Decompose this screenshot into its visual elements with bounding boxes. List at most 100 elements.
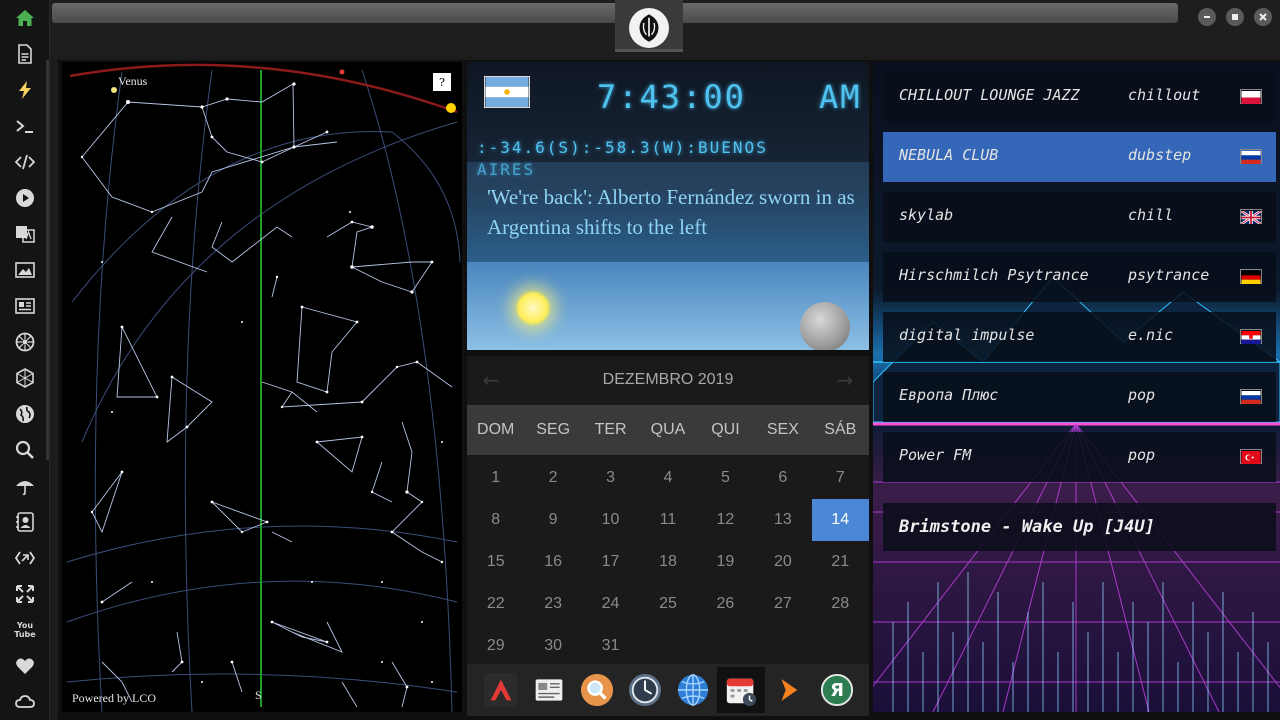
calendar-day[interactable]: 31 bbox=[582, 625, 639, 667]
yandex-letter: Я bbox=[830, 679, 844, 701]
maximize-button[interactable] bbox=[1226, 8, 1244, 26]
image-icon[interactable] bbox=[13, 258, 37, 282]
search-app-icon[interactable] bbox=[577, 670, 617, 710]
calendar-day[interactable]: 6 bbox=[754, 457, 811, 499]
star-map[interactable]: Venus ? Powered by LCO S bbox=[62, 62, 462, 712]
calendar-day[interactable]: 1 bbox=[467, 457, 524, 499]
calendar-day[interactable]: 23 bbox=[524, 583, 581, 625]
calendar-day[interactable]: 15 bbox=[467, 541, 524, 583]
calendar-day[interactable]: 3 bbox=[582, 457, 639, 499]
clock-app-icon[interactable] bbox=[625, 670, 665, 710]
calendar-day[interactable]: 25 bbox=[639, 583, 696, 625]
station-genre: e.nic bbox=[1128, 326, 1174, 344]
rebel-alliance-icon bbox=[629, 8, 669, 48]
logo-tab[interactable] bbox=[615, 0, 683, 52]
croatia-flag-icon bbox=[1240, 329, 1262, 344]
translate-icon[interactable] bbox=[13, 222, 37, 246]
play-app-icon[interactable] bbox=[769, 670, 809, 710]
calendar-day[interactable]: 30 bbox=[524, 625, 581, 667]
transfer-icon[interactable] bbox=[13, 546, 37, 570]
yandex-app-icon[interactable]: Я bbox=[817, 670, 857, 710]
calendar-day[interactable]: 16 bbox=[524, 541, 581, 583]
station-genre: dubstep bbox=[1128, 146, 1192, 164]
station-row[interactable]: CHILLOUT LOUNGE JAZZ chillout bbox=[883, 72, 1276, 122]
contact-icon[interactable] bbox=[13, 510, 37, 534]
russia-flag-icon bbox=[1240, 389, 1262, 404]
calendar-day[interactable]: 13 bbox=[754, 499, 811, 541]
news-headline[interactable]: 'We're back': Alberto Fernández sworn in… bbox=[487, 182, 857, 242]
calendar-day[interactable]: 29 bbox=[467, 625, 524, 667]
search-icon[interactable] bbox=[13, 438, 37, 462]
calendar-day[interactable]: 27 bbox=[754, 583, 811, 625]
station-genre: chill bbox=[1128, 206, 1174, 224]
calendar-day[interactable]: 4 bbox=[639, 457, 696, 499]
document-icon[interactable] bbox=[13, 42, 37, 66]
station-name: Hirschmilch Psytrance bbox=[899, 266, 1089, 284]
minimize-button[interactable] bbox=[1198, 8, 1216, 26]
news-icon[interactable] bbox=[13, 294, 37, 318]
calendar-day[interactable]: 18 bbox=[639, 541, 696, 583]
weekday-label: SEG bbox=[536, 421, 571, 438]
calendar-day[interactable]: 28 bbox=[812, 583, 869, 625]
station-row[interactable]: NEBULA CLUB dubstep bbox=[883, 132, 1276, 182]
clock-ampm: AM bbox=[819, 78, 862, 116]
calendar-day[interactable]: 7 bbox=[812, 457, 869, 499]
calendar-day[interactable]: 8 bbox=[467, 499, 524, 541]
calendar-day[interactable]: 21 bbox=[812, 541, 869, 583]
home-icon[interactable] bbox=[13, 6, 37, 30]
calendar-day[interactable]: 2 bbox=[524, 457, 581, 499]
calendar-month-label: DEZEMBRO 2019 bbox=[602, 371, 734, 388]
credit-label: Powered by LCO bbox=[72, 691, 156, 705]
station-row[interactable]: Hirschmilch Psytrance psytrance bbox=[883, 252, 1276, 302]
calendar-day[interactable]: 24 bbox=[582, 583, 639, 625]
cloud-icon[interactable] bbox=[13, 690, 37, 714]
hexagon-icon[interactable] bbox=[13, 366, 37, 390]
code-icon[interactable] bbox=[13, 150, 37, 174]
calendar-day[interactable]: 12 bbox=[697, 499, 754, 541]
heart-icon[interactable] bbox=[13, 654, 37, 678]
calendar-day[interactable]: 22 bbox=[467, 583, 524, 625]
app-icon-red[interactable] bbox=[481, 670, 521, 710]
play-icon[interactable] bbox=[13, 186, 37, 210]
sidebar-scrollbar[interactable] bbox=[46, 60, 49, 460]
news-app-icon[interactable] bbox=[529, 670, 569, 710]
station-row[interactable]: Power FM pop bbox=[883, 432, 1276, 482]
radio-panel: CHILLOUT LOUNGE JAZZ chillout NEBULA CLUB d… bbox=[873, 62, 1280, 712]
station-genre: pop bbox=[1128, 446, 1156, 464]
station-row[interactable]: skylab chill bbox=[883, 192, 1276, 242]
calendar-day[interactable]: 20 bbox=[754, 541, 811, 583]
calendar-day[interactable]: 17 bbox=[582, 541, 639, 583]
umbrella-icon[interactable] bbox=[13, 474, 37, 498]
calendar-day[interactable]: 9 bbox=[524, 499, 581, 541]
calendar-day[interactable]: 19 bbox=[697, 541, 754, 583]
lightning-icon[interactable] bbox=[13, 78, 37, 102]
globe-app-icon[interactable] bbox=[673, 670, 713, 710]
venus-label: Venus bbox=[118, 74, 148, 88]
station-name: NEBULA CLUB bbox=[899, 146, 999, 164]
location-line1: :-34.6(S):-58.3(W):BUENOS bbox=[477, 138, 768, 157]
uk-flag-icon bbox=[1240, 209, 1262, 226]
settings-wheel-icon[interactable] bbox=[13, 330, 37, 354]
station-name: digital impulse bbox=[899, 326, 1035, 344]
terminal-icon[interactable] bbox=[13, 114, 37, 138]
calendar-days: 1 2 3 4 5 6 7 8 9 10 11 12 13 14 15 16 17 18 19 20 21 22 23 24 2… bbox=[467, 457, 869, 667]
calendar-day[interactable]: 26 bbox=[697, 583, 754, 625]
station-row[interactable]: digital impulse e.nic bbox=[883, 312, 1276, 362]
station-row[interactable]: Европа Плюс pop bbox=[883, 372, 1276, 422]
calendar-day[interactable]: 11 bbox=[639, 499, 696, 541]
direction-label: S bbox=[255, 688, 262, 702]
calendar-day[interactable]: 5 bbox=[697, 457, 754, 499]
calendar: ← DEZEMBRO 2019 → DOM SEG TER QUA QUI SEX SÁB … bbox=[467, 356, 869, 664]
clock-panel: 7:43:00 AM :-34.6(S):-58.3(W):BUENOS AIR… bbox=[467, 62, 869, 350]
next-month-arrow[interactable]: → bbox=[833, 368, 857, 392]
help-button[interactable]: ? bbox=[433, 73, 451, 91]
calendar-day[interactable]: 14 bbox=[811, 499, 869, 541]
youtube-text: You Tube bbox=[14, 621, 36, 639]
station-genre: chillout bbox=[1128, 86, 1201, 104]
globe-icon[interactable] bbox=[13, 402, 37, 426]
expand-icon[interactable] bbox=[13, 582, 37, 606]
youtube-icon[interactable]: You Tube bbox=[13, 618, 37, 642]
close-button[interactable] bbox=[1254, 8, 1272, 26]
calendar-day[interactable]: 10 bbox=[582, 499, 639, 541]
calendar-app-icon[interactable] bbox=[717, 667, 765, 713]
